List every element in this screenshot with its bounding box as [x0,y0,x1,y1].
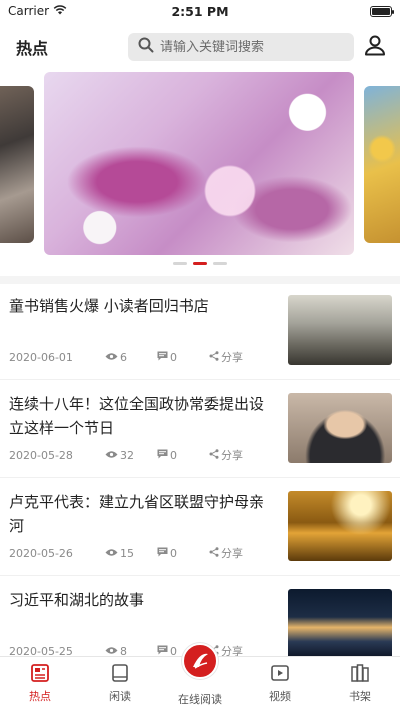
carousel-slide-prev[interactable] [0,86,34,243]
battery-icon [370,5,394,17]
status-bar: Carrier 2:51 PM [0,0,400,22]
bottom-tab-bar: 热点 闲读 在线阅读 视频 书架 [0,643,400,710]
page-title: 热点 [16,39,49,58]
view-count: 6 [105,351,157,364]
comment-icon [157,449,168,462]
comment-count-value: 0 [170,448,177,462]
carousel-slide-next[interactable] [364,86,400,243]
news-thumbnail[interactable] [288,589,392,659]
share-button[interactable]: 分享 [209,349,243,365]
carousel-dot[interactable] [213,262,227,265]
view-count: 15 [105,547,157,560]
view-count: 32 [105,449,157,462]
search-input[interactable] [160,39,340,55]
comment-icon [157,547,168,560]
news-date: 2020-05-26 [9,546,73,560]
news-meta: 2020-05-26 15 0 分享 [9,545,279,561]
news-title[interactable]: 卢克平代表：建立九省区联盟守护母亲河 [9,490,271,538]
share-button[interactable]: 分享 [209,447,243,463]
share-icon [209,350,219,364]
tab-hot[interactable]: 热点 [0,657,80,710]
news-date: 2020-06-01 [9,350,73,364]
header: 热点 [0,26,400,68]
news-item[interactable]: 童书销售火爆 小读者回归书店 2020-06-01 6 0 分享 [0,282,400,380]
status-time: 2:51 PM [171,3,229,19]
tab-bookshelf-label: 书架 [349,690,371,703]
share-button[interactable]: 分享 [209,545,243,561]
carousel-indicator [0,262,400,265]
comment-count-value: 0 [170,350,177,364]
tab-hot-label: 热点 [29,690,51,703]
eye-icon [105,449,118,462]
tab-bookshelf[interactable]: 书架 [320,657,400,710]
share-label: 分享 [221,547,243,560]
news-thumbnail[interactable] [288,295,392,365]
comment-count: 0 [157,449,209,462]
search-icon [138,37,154,57]
search-box[interactable] [128,33,354,61]
tab-video[interactable]: 视频 [240,657,320,710]
tab-video-label: 视频 [269,690,291,703]
news-thumbnail[interactable] [288,491,392,561]
share-label: 分享 [221,351,243,364]
video-play-icon [270,663,290,686]
share-label: 分享 [221,449,243,462]
comment-icon [157,351,168,364]
news-meta: 2020-05-28 32 0 分享 [9,447,279,463]
view-count-value: 32 [120,448,134,462]
carousel-dot-active[interactable] [193,262,207,265]
user-icon [364,34,386,60]
news-list: 童书销售火爆 小读者回归书店 2020-06-01 6 0 分享 连续十八年！这… [0,282,400,674]
news-date: 2020-05-28 [9,448,73,462]
news-meta: 2020-06-01 6 0 分享 [9,349,279,365]
news-item[interactable]: 卢克平代表：建立九省区联盟守护母亲河 2020-05-26 15 0 分享 [0,478,400,576]
comment-count-value: 0 [170,546,177,560]
carousel-slide-current[interactable] [44,72,354,255]
newspaper-icon [30,663,50,686]
user-profile-button[interactable] [362,34,388,60]
view-count-value: 15 [120,546,134,560]
bookshelf-icon [350,663,370,686]
news-thumbnail[interactable] [288,393,392,463]
share-icon [209,546,219,560]
news-item[interactable]: 连续十八年！这位全国政协常委提出设立这样一个节日 2020-05-28 32 0… [0,380,400,478]
share-icon [209,448,219,462]
eye-icon [105,547,118,560]
tab-read[interactable]: 闲读 [80,657,160,710]
news-title[interactable]: 童书销售火爆 小读者回归书店 [9,294,271,318]
news-title[interactable]: 连续十八年！这位全国政协常委提出设立这样一个节日 [9,392,271,440]
tab-read-label: 闲读 [109,690,131,703]
tab-online-reading[interactable]: 在线阅读 [160,643,240,710]
comment-count: 0 [157,547,209,560]
tab-online-reading-label: 在线阅读 [178,693,222,706]
carousel-dot[interactable] [173,262,187,265]
book-icon [110,663,130,686]
view-count-value: 6 [120,350,127,364]
banner-carousel[interactable] [0,72,400,272]
news-title[interactable]: 习近平和湖北的故事 [9,588,271,612]
eye-icon [105,351,118,364]
online-reading-logo-icon [182,643,218,679]
comment-count: 0 [157,351,209,364]
